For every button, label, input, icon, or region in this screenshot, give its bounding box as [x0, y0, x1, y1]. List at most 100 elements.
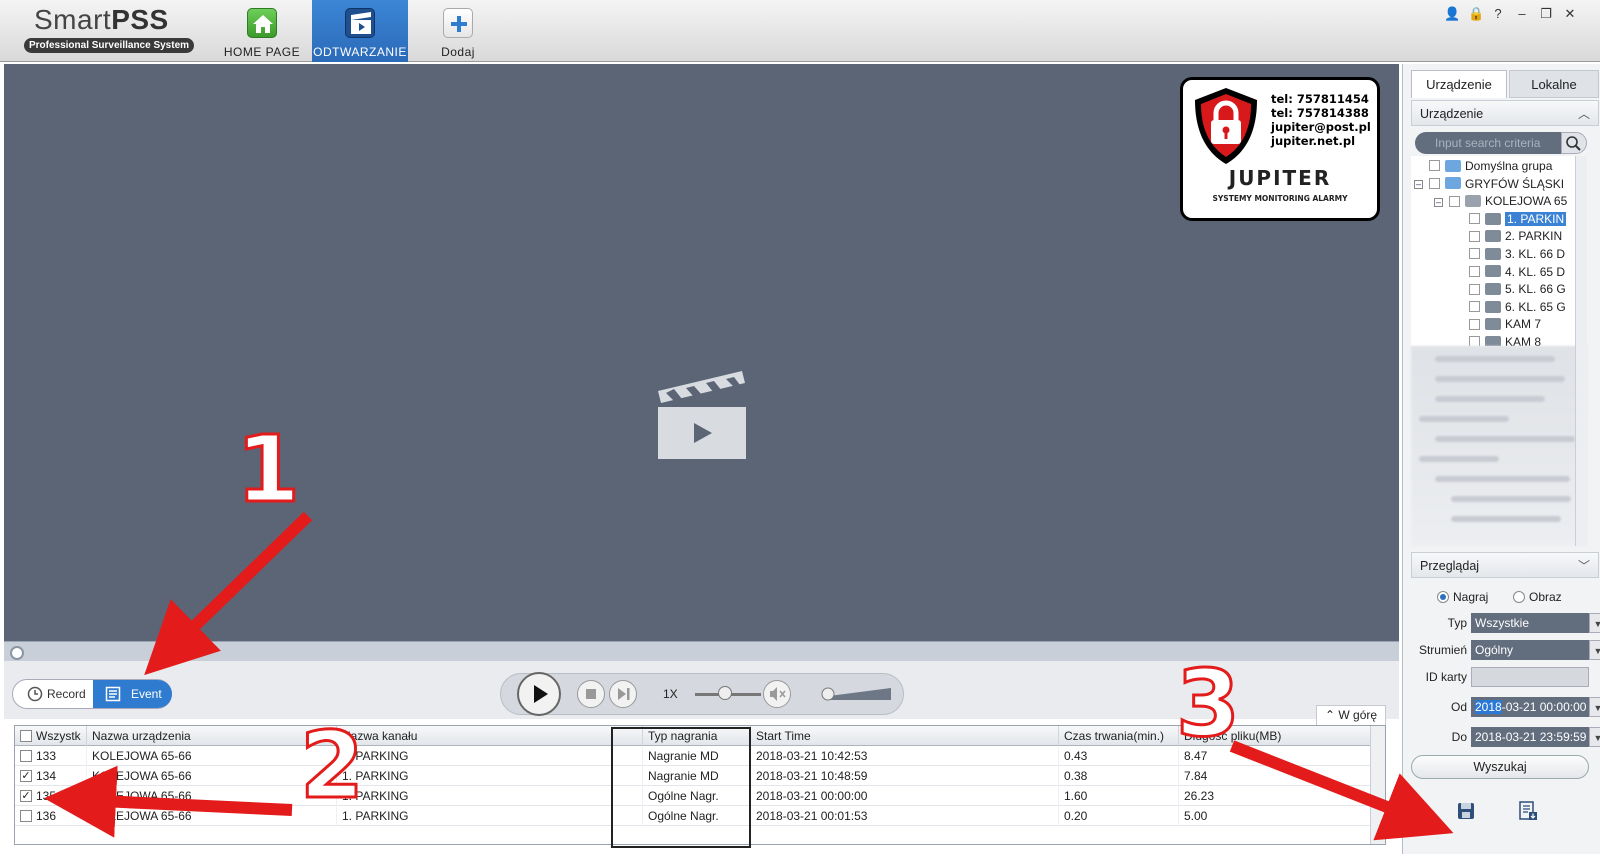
duration: 0.38 [1059, 766, 1179, 786]
event-mode-label: Event [131, 687, 162, 701]
device-search-input[interactable]: Input search criteria [1415, 132, 1561, 154]
record-mode-button[interactable]: Record [13, 680, 93, 708]
tree-node[interactable]: 2. PARKIN [1469, 228, 1562, 245]
start-time: 2018-03-21 10:42:53 [751, 746, 1059, 766]
nav-add[interactable]: Dodaj [410, 0, 506, 62]
type-select[interactable]: Wszystkie ▼ [1471, 613, 1600, 633]
mute-button[interactable] [763, 680, 791, 708]
stop-button[interactable] [577, 680, 605, 708]
contact-phone-2: tel: 757814388 [1271, 106, 1369, 120]
speed-slider-handle[interactable] [717, 686, 732, 700]
tree-checkbox[interactable] [1469, 301, 1480, 313]
tree-node[interactable]: KAM 7 [1469, 316, 1541, 333]
restore-icon[interactable]: ❐ [1540, 6, 1552, 22]
next-frame-button[interactable] [609, 680, 637, 708]
camera-icon [1485, 212, 1501, 225]
tree-checkbox[interactable] [1469, 336, 1480, 346]
search-submit-button[interactable]: Wyszukaj [1411, 755, 1589, 779]
minimize-icon[interactable]: – [1516, 6, 1528, 22]
row-number: 136 [36, 809, 57, 823]
file-size: 26.23 [1179, 786, 1371, 806]
tree-node[interactable]: 3. KL. 66 D [1469, 246, 1565, 263]
row-checkbox[interactable] [20, 809, 32, 822]
column-header[interactable]: Start Time [751, 726, 1059, 746]
tree-checkbox[interactable] [1469, 213, 1480, 225]
record-radio[interactable]: Nagraj [1437, 590, 1488, 604]
device-section-header[interactable]: Urządzenie ︿ [1411, 100, 1599, 126]
brand-tagline: SYSTEMY MONITORING ALARMY [1212, 194, 1348, 203]
play-button[interactable] [517, 672, 561, 716]
nav-playback[interactable]: ODTWARZANIE [312, 0, 408, 62]
tree-scrollbar[interactable] [1575, 156, 1587, 546]
tree-node[interactable]: 5. KL. 66 G [1469, 281, 1566, 298]
to-label: Do [1451, 730, 1467, 744]
record-mode-label: Record [47, 687, 86, 701]
tab-local[interactable]: Lokalne [1509, 70, 1599, 98]
tree-node[interactable]: – KOLEJOWA 65 [1434, 193, 1567, 210]
play-icon [534, 685, 548, 703]
playback-icon [345, 8, 375, 38]
tree-checkbox[interactable] [1469, 230, 1480, 242]
nav-label: HOME PAGE [223, 45, 301, 59]
row-number: 135 [36, 789, 57, 803]
browse-section-header[interactable]: Przeglądaj ﹀ [1411, 552, 1599, 578]
tree-checkbox[interactable] [1469, 318, 1480, 330]
nav-home-page[interactable]: HOME PAGE [214, 0, 310, 62]
timeline-handle[interactable] [10, 646, 24, 660]
row-number: 133 [36, 749, 57, 763]
lock-icon[interactable]: 🔒 [1468, 6, 1484, 22]
select-all-checkbox[interactable] [20, 729, 32, 742]
tree-checkbox[interactable] [1449, 195, 1460, 207]
tree-checkbox[interactable] [1469, 248, 1480, 260]
from-date-input[interactable]: 2018-03-21 00:00:00 ▼ [1471, 697, 1600, 717]
chevron-up-icon: ⌃ [1324, 708, 1336, 722]
tree-checkbox[interactable] [1429, 160, 1440, 172]
logo-subtitle: Professional Surveillance System [24, 38, 194, 53]
row-checkbox[interactable]: ✓ [20, 769, 32, 782]
tree-node[interactable]: – GRYFÓW ŚLĄSKI [1414, 176, 1564, 193]
select-all-header[interactable]: Wszystk [15, 726, 87, 746]
annotation-number-1: 1 [234, 415, 301, 525]
tree-node[interactable]: 4. KL. 65 D [1469, 264, 1565, 281]
event-mode-button[interactable]: Event [93, 680, 172, 708]
tree-node[interactable]: Domyślna grupa [1429, 158, 1552, 175]
tree-checkbox[interactable] [1429, 177, 1440, 189]
to-date-input[interactable]: 2018-03-21 23:59:59 ▼ [1471, 727, 1600, 747]
row-checkbox[interactable]: ✓ [20, 789, 32, 802]
from-label: Od [1450, 700, 1467, 714]
row-checkbox[interactable] [20, 749, 32, 762]
column-header[interactable]: Czas trwania(min.) [1059, 726, 1179, 746]
export-list-icon[interactable] [1517, 800, 1539, 822]
collapse-icon[interactable]: – [1434, 197, 1443, 207]
tree-checkbox[interactable] [1469, 265, 1480, 277]
tree-node-label: KAM 8 [1505, 335, 1542, 346]
tree-checkbox[interactable] [1469, 283, 1480, 295]
tree-node[interactable]: KAM 8 [1469, 334, 1541, 346]
column-header[interactable]: Nazwa kanału [337, 726, 643, 746]
stream-label: Strumień [1418, 643, 1467, 657]
volume-slider[interactable] [821, 686, 893, 702]
image-radio[interactable]: Obraz [1513, 590, 1562, 604]
close-icon[interactable]: ✕ [1564, 6, 1576, 22]
download-save-icon[interactable] [1455, 800, 1477, 822]
type-label: Typ [1447, 616, 1467, 630]
table-scrollbar[interactable] [1370, 726, 1385, 844]
company-logo-overlay: tel: 757811454 tel: 757814388 jupiter@po… [1180, 77, 1380, 221]
help-icon[interactable]: ? [1492, 6, 1504, 22]
home-icon [247, 8, 277, 38]
dropdown-arrow-icon: ▼ [1589, 640, 1600, 660]
dropdown-arrow-icon: ▼ [1589, 613, 1600, 633]
tree-node[interactable]: 6. KL. 65 G [1469, 299, 1566, 316]
tree-node[interactable]: 1. PARKIN [1469, 211, 1567, 228]
collapse-icon[interactable]: – [1414, 179, 1423, 189]
card-id-input[interactable] [1471, 667, 1589, 687]
section-title: Przeglądaj [1420, 559, 1480, 573]
user-icon[interactable]: 👤 [1444, 6, 1460, 22]
stream-select[interactable]: Ogólny ▼ [1471, 640, 1600, 660]
app-logo: SmartPSS Professional Surveillance Syste… [24, 4, 194, 54]
tab-device[interactable]: Urządzenie [1411, 70, 1507, 98]
back-to-top-button[interactable]: ⌃ W górę [1316, 705, 1386, 725]
tree-node-label: Domyślna grupa [1465, 159, 1553, 173]
chevron-down-icon: ﹀ [1577, 559, 1590, 573]
search-button[interactable] [1561, 132, 1587, 154]
